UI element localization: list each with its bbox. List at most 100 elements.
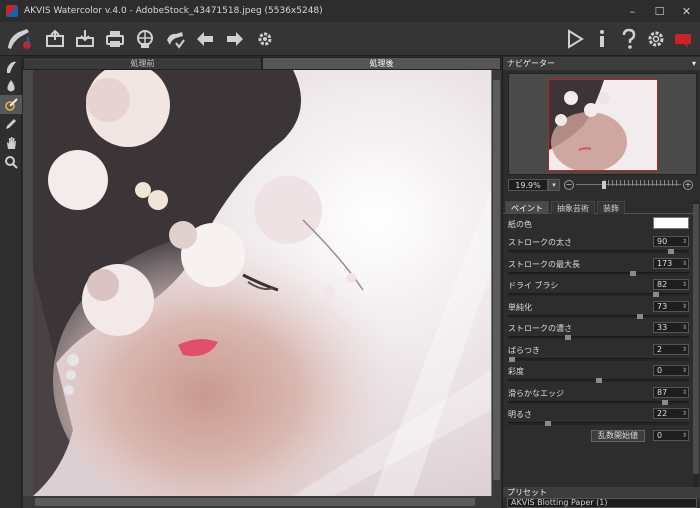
param-spinbox[interactable]: 0 ⇕ bbox=[653, 365, 689, 376]
zoom-dropdown-icon[interactable]: ▾ bbox=[548, 179, 560, 191]
tools-panel bbox=[0, 57, 22, 508]
param-spinbox[interactable]: 33 ⇕ bbox=[653, 322, 689, 333]
param-spinbox[interactable]: 173 ⇕ bbox=[653, 257, 689, 269]
param-slider-knob[interactable] bbox=[544, 421, 551, 426]
info-icon[interactable] bbox=[588, 22, 615, 56]
spin-arrows-icon: ⇕ bbox=[681, 259, 687, 267]
param-spinbox[interactable]: 22 ⇕ bbox=[653, 408, 689, 419]
param-slider[interactable] bbox=[508, 399, 689, 405]
zoom-input[interactable]: 19.9% bbox=[508, 179, 548, 191]
navigator-preview[interactable] bbox=[508, 73, 697, 175]
tab-after[interactable]: 処理後 bbox=[262, 57, 501, 70]
param-slider-knob[interactable] bbox=[629, 270, 636, 276]
paper-color-label: 紙の色 bbox=[508, 220, 532, 229]
tab-decoration[interactable]: 装飾 bbox=[597, 201, 625, 214]
horizontal-scrollbar[interactable] bbox=[23, 496, 501, 508]
preset-select[interactable]: AKVIS Blotting Paper (1) bbox=[507, 498, 697, 508]
undo-icon[interactable] bbox=[190, 22, 220, 56]
settings-scrollbar[interactable] bbox=[693, 202, 699, 492]
share-icon[interactable] bbox=[130, 22, 160, 56]
param-slider[interactable] bbox=[508, 292, 689, 297]
batch-icon[interactable] bbox=[160, 22, 190, 56]
spin-arrows-icon: ⇕ bbox=[681, 281, 687, 288]
param-spinbox[interactable]: 73 ⇕ bbox=[653, 300, 689, 312]
param-slider-knob[interactable] bbox=[564, 335, 571, 340]
spin-arrows-icon: ⇕ bbox=[681, 324, 687, 331]
param-slider[interactable] bbox=[508, 356, 689, 362]
zoom-slider-knob[interactable] bbox=[602, 181, 606, 189]
zoom-icon[interactable] bbox=[0, 152, 22, 171]
navigator-thumbnail[interactable] bbox=[548, 79, 658, 171]
param-row: ストロークの最大長 173 ⇕ bbox=[503, 257, 693, 279]
eraser-brush-icon[interactable] bbox=[0, 95, 22, 114]
run-icon[interactable] bbox=[561, 22, 588, 56]
brush-icon[interactable] bbox=[0, 57, 22, 76]
preset-header: プリセット bbox=[503, 487, 700, 498]
drop-icon[interactable] bbox=[0, 76, 22, 95]
app-logo-icon bbox=[0, 22, 40, 56]
spin-arrows-icon: ⇕ bbox=[681, 388, 687, 396]
param-label: 明るさ bbox=[508, 410, 532, 419]
chevron-down-icon[interactable]: ▾ bbox=[692, 59, 696, 68]
param-slider[interactable] bbox=[508, 313, 689, 319]
param-label: 単純化 bbox=[508, 302, 532, 312]
app-icon bbox=[6, 5, 18, 17]
redo-icon[interactable] bbox=[220, 22, 250, 56]
minimize-button[interactable]: – bbox=[619, 0, 646, 22]
preferences-icon[interactable] bbox=[642, 22, 669, 56]
spin-arrows-icon: ⇕ bbox=[681, 238, 687, 245]
settings-gear-icon[interactable] bbox=[250, 22, 280, 56]
param-label: 彩度 bbox=[508, 367, 524, 376]
maximize-button[interactable]: ☐ bbox=[646, 0, 673, 22]
param-row: ストロークの太さ 90 ⇕ bbox=[503, 235, 693, 257]
parameter-list: 紙の色 ストロークの太さ 90 ⇕ ストロークの最大長 173 ⇕ ドライ ブラシ 82 ⇕ 単純… bbox=[503, 217, 693, 447]
watercolor-image[interactable] bbox=[33, 70, 491, 496]
open-icon[interactable] bbox=[40, 22, 70, 56]
help-icon[interactable] bbox=[615, 22, 642, 56]
param-spinbox[interactable]: 90 ⇕ bbox=[653, 236, 689, 247]
param-slider[interactable] bbox=[508, 270, 689, 276]
spin-arrows-icon: ⇕ bbox=[681, 345, 687, 353]
param-spinbox[interactable]: 2 ⇕ bbox=[653, 343, 689, 355]
random-seed-button[interactable]: 乱数開始値 bbox=[591, 429, 645, 442]
param-row: ドライ ブラシ 82 ⇕ bbox=[503, 278, 693, 300]
param-label: 滑らかなエッジ bbox=[508, 388, 564, 398]
param-slider[interactable] bbox=[508, 335, 689, 340]
tab-before[interactable]: 処理前 bbox=[23, 57, 262, 70]
zoom-slider[interactable]: − + bbox=[564, 179, 693, 191]
param-slider-knob[interactable] bbox=[667, 249, 674, 254]
param-slider[interactable] bbox=[508, 249, 689, 254]
image-viewport[interactable] bbox=[23, 70, 501, 508]
print-icon[interactable] bbox=[100, 22, 130, 56]
param-row: 単純化 73 ⇕ bbox=[503, 300, 693, 322]
param-label: ストロークの濃さ bbox=[508, 324, 572, 333]
param-row: 滑らかなエッジ 87 ⇕ bbox=[503, 386, 693, 408]
zoom-out-icon[interactable]: − bbox=[564, 180, 574, 190]
random-seed-input[interactable]: 0 ⇕ bbox=[653, 429, 689, 441]
hand-icon[interactable] bbox=[0, 133, 22, 152]
spin-arrows-icon: ⇕ bbox=[681, 367, 687, 374]
tab-abstract[interactable]: 抽象芸術 bbox=[551, 201, 595, 214]
vertical-scrollbar[interactable] bbox=[492, 70, 501, 496]
pencil-icon[interactable] bbox=[0, 114, 22, 133]
zoom-in-icon[interactable]: + bbox=[683, 180, 693, 190]
param-slider-knob[interactable] bbox=[508, 356, 515, 362]
paper-color-swatch[interactable] bbox=[653, 217, 689, 229]
window-title: AKVIS Watercolor v.4.0 - AdobeStock_4347… bbox=[24, 6, 323, 16]
save-icon[interactable] bbox=[70, 22, 100, 56]
param-slider-knob[interactable] bbox=[662, 399, 669, 405]
close-button[interactable]: ✕ bbox=[673, 0, 700, 22]
param-slider[interactable] bbox=[508, 378, 689, 383]
param-spinbox[interactable]: 87 ⇕ bbox=[653, 386, 689, 398]
param-spinbox[interactable]: 82 ⇕ bbox=[653, 279, 689, 290]
notification-icon[interactable] bbox=[669, 22, 696, 56]
tab-paint[interactable]: ペイント bbox=[505, 201, 549, 214]
title-bar: AKVIS Watercolor v.4.0 - AdobeStock_4347… bbox=[0, 0, 700, 22]
navigator-title: ナビゲーター bbox=[507, 59, 555, 68]
param-slider[interactable] bbox=[508, 421, 689, 426]
param-label: ばらつき bbox=[508, 345, 540, 355]
param-slider-knob[interactable] bbox=[653, 292, 660, 297]
param-slider-knob[interactable] bbox=[637, 313, 644, 319]
param-slider-knob[interactable] bbox=[595, 378, 602, 383]
main-toolbar bbox=[0, 22, 700, 56]
